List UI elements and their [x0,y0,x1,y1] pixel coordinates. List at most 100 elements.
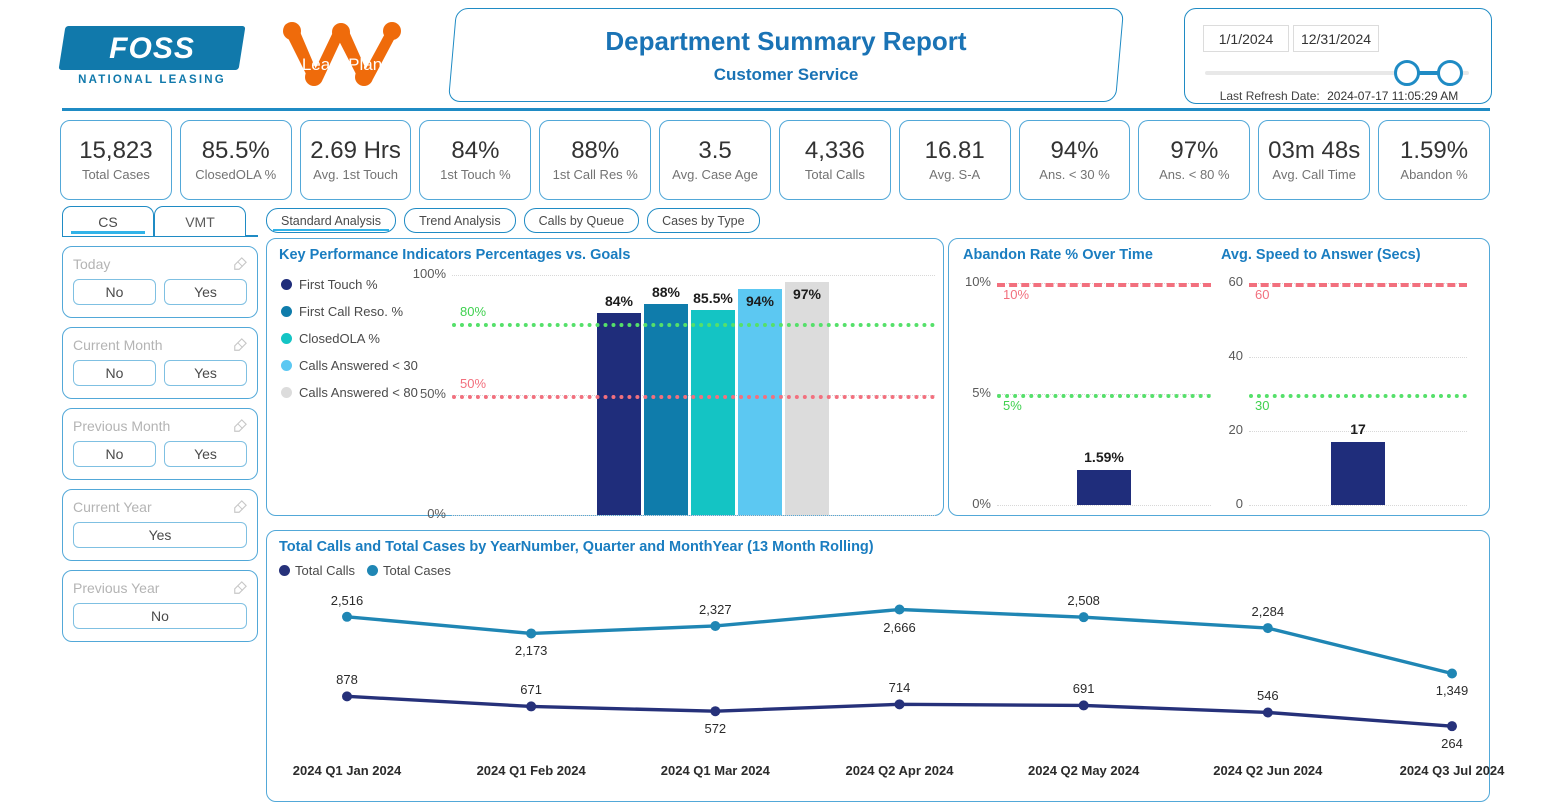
abandon-rate-chart-title: Abandon Rate % Over Time [963,247,1153,263]
kpi-card[interactable]: 16.81 Avg. S-A [898,120,1011,200]
date-from-input[interactable]: 1/1/2024 [1203,25,1289,52]
small-chart-goal-line [1249,283,1467,287]
line-point-label: 2,173 [514,643,548,659]
kpi-bar[interactable] [691,309,735,515]
line-data-point[interactable] [1078,612,1089,623]
kpi-card[interactable]: 2.69 Hrs Avg. 1st Touch [299,120,412,200]
eraser-icon[interactable] [233,257,247,271]
filter-option-yes[interactable]: Yes [164,441,247,467]
small-chart-bar[interactable] [1331,442,1385,505]
kpi-value: 3.5 [698,137,732,165]
line-data-point[interactable] [1447,668,1457,679]
legend-color-dot [281,387,292,398]
filter-option-yes[interactable]: Yes [164,279,247,305]
line-data-point[interactable] [710,620,721,631]
eraser-icon[interactable] [233,500,247,514]
sidebar: CS VMT Today No Yes Current Month No Yes Previo… [62,206,258,642]
kpi-label: 1st Touch % [440,166,511,182]
line-point-label: 2,666 [883,619,916,635]
small-chart-y-tick: 60 [1228,274,1243,289]
line-point-label: 671 [520,682,542,698]
line-point-label: 2,284 [1251,604,1285,620]
kpi-legend-item[interactable]: First Call Reso. % [281,298,418,325]
analysis-nav-buttons: Standard Analysis Trend Analysis Calls by … [266,208,760,233]
filter-card: Today No Yes [62,246,258,318]
filter-option-no[interactable]: No [73,360,156,386]
kpi-bar[interactable] [644,303,688,515]
line-data-point[interactable] [1447,721,1457,732]
sidebar-tabs: CS VMT [62,206,258,236]
page-title: Department Summary Report [605,25,967,56]
filter-options: Yes [73,522,247,548]
filter-option-no[interactable]: No [73,441,156,467]
legend-color-dot [281,360,292,371]
nav-button-cases-by-type[interactable]: Cases by Type [647,208,760,233]
line-data-point[interactable] [342,691,352,702]
header-divider [62,108,1490,111]
filter-options: No Yes [73,441,247,467]
last-refresh-date: Last Refresh Date: 2024-07-17 11:05:29 A… [1185,89,1493,103]
date-to-input[interactable]: 12/31/2024 [1293,25,1379,52]
filter-options: No Yes [73,279,247,305]
line-data-point[interactable] [1078,700,1089,711]
filter-option-yes[interactable]: Yes [164,360,247,386]
kpi-goal-line [452,323,935,327]
kpi-card[interactable]: 4,336 Total Calls [778,120,891,200]
kpi-legend-item[interactable]: ClosedOLA % [281,325,418,352]
nav-button-calls-by-queue[interactable]: Calls by Queue [523,208,640,233]
line-point-label: 1,349 [1435,683,1469,699]
kpi-card[interactable]: 97% Ans. < 80 % [1138,120,1251,200]
kpi-card-row: 15,823 Total Cases 85.5% ClosedOLA % 2.69 Hr… [60,120,1490,200]
line-data-point[interactable] [1262,707,1273,718]
line-point-label: 2,327 [699,601,732,617]
kpi-value: 97% [1170,137,1219,165]
line-data-point[interactable] [526,701,537,712]
line-data-point[interactable] [710,706,721,717]
filter-option-yes[interactable]: Yes [73,522,247,548]
kpi-value: 84% [451,137,500,165]
speed-to-answer-chart-title: Avg. Speed to Answer (Secs) [1221,247,1421,263]
sidebar-tab-vmt[interactable]: VMT [154,206,246,236]
line-data-point[interactable] [894,604,905,615]
kpi-card[interactable]: 3.5 Avg. Case Age [659,120,771,200]
kpi-label: Total Calls [804,166,865,182]
line-x-axis-label: 2024 Q1 Jan 2024 [292,763,402,778]
foss-logo-text: FOSS [109,32,195,65]
kpi-card[interactable]: 85.5% ClosedOLA % [179,120,292,200]
legend-label: First Touch % [299,277,378,292]
eraser-icon[interactable] [233,419,247,433]
kpi-label: Total Cases [81,166,150,182]
nav-button-standard-analysis[interactable]: Standard Analysis [266,208,397,233]
kpi-y-tick: 0% [427,506,446,521]
kpi-bar[interactable] [597,313,641,515]
line-data-point[interactable] [1262,623,1273,634]
filter-header: Previous Year [73,580,247,596]
sidebar-tab-cs[interactable]: CS [62,206,154,236]
nav-button-trend-analysis[interactable]: Trend Analysis [404,208,516,233]
line-data-point[interactable] [894,699,905,710]
line-data-point[interactable] [342,611,352,622]
date-range-slider-handle-left[interactable] [1394,60,1420,86]
kpi-card[interactable]: 88% 1st Call Res % [539,120,652,200]
kpi-card[interactable]: 94% Ans. < 30 % [1018,120,1131,200]
eraser-icon[interactable] [233,338,247,352]
kpi-legend-item[interactable]: Calls Answered < 30 [281,352,418,379]
title-banner: Department Summary Report Customer Servi… [452,8,1120,102]
small-chart-goal-label: 60 [1255,287,1270,302]
line-x-axis-label: 2024 Q1 Mar 2024 [660,763,770,778]
small-chart-y-tick: 0 [1235,496,1243,511]
kpi-card[interactable]: 15,823 Total Cases [60,120,172,200]
small-chart-gridline [997,505,1211,506]
kpi-card[interactable]: 84% 1st Touch % [419,120,532,200]
kpi-card[interactable]: 03m 48s Avg. Call Time [1258,120,1371,200]
small-chart-goal-label: 5% [1003,398,1022,413]
filter-option-no[interactable]: No [73,279,156,305]
rate-charts-panel: Abandon Rate % Over Time Avg. Speed to A… [948,238,1490,516]
eraser-icon[interactable] [233,581,247,595]
small-chart-bar[interactable] [1077,469,1131,505]
date-range-slider-handle-right[interactable] [1437,60,1463,86]
small-chart-goal-line [1249,394,1467,398]
filter-option-no[interactable]: No [73,603,247,629]
line-data-point[interactable] [526,628,537,639]
kpi-card[interactable]: 1.59% Abandon % [1378,120,1490,200]
